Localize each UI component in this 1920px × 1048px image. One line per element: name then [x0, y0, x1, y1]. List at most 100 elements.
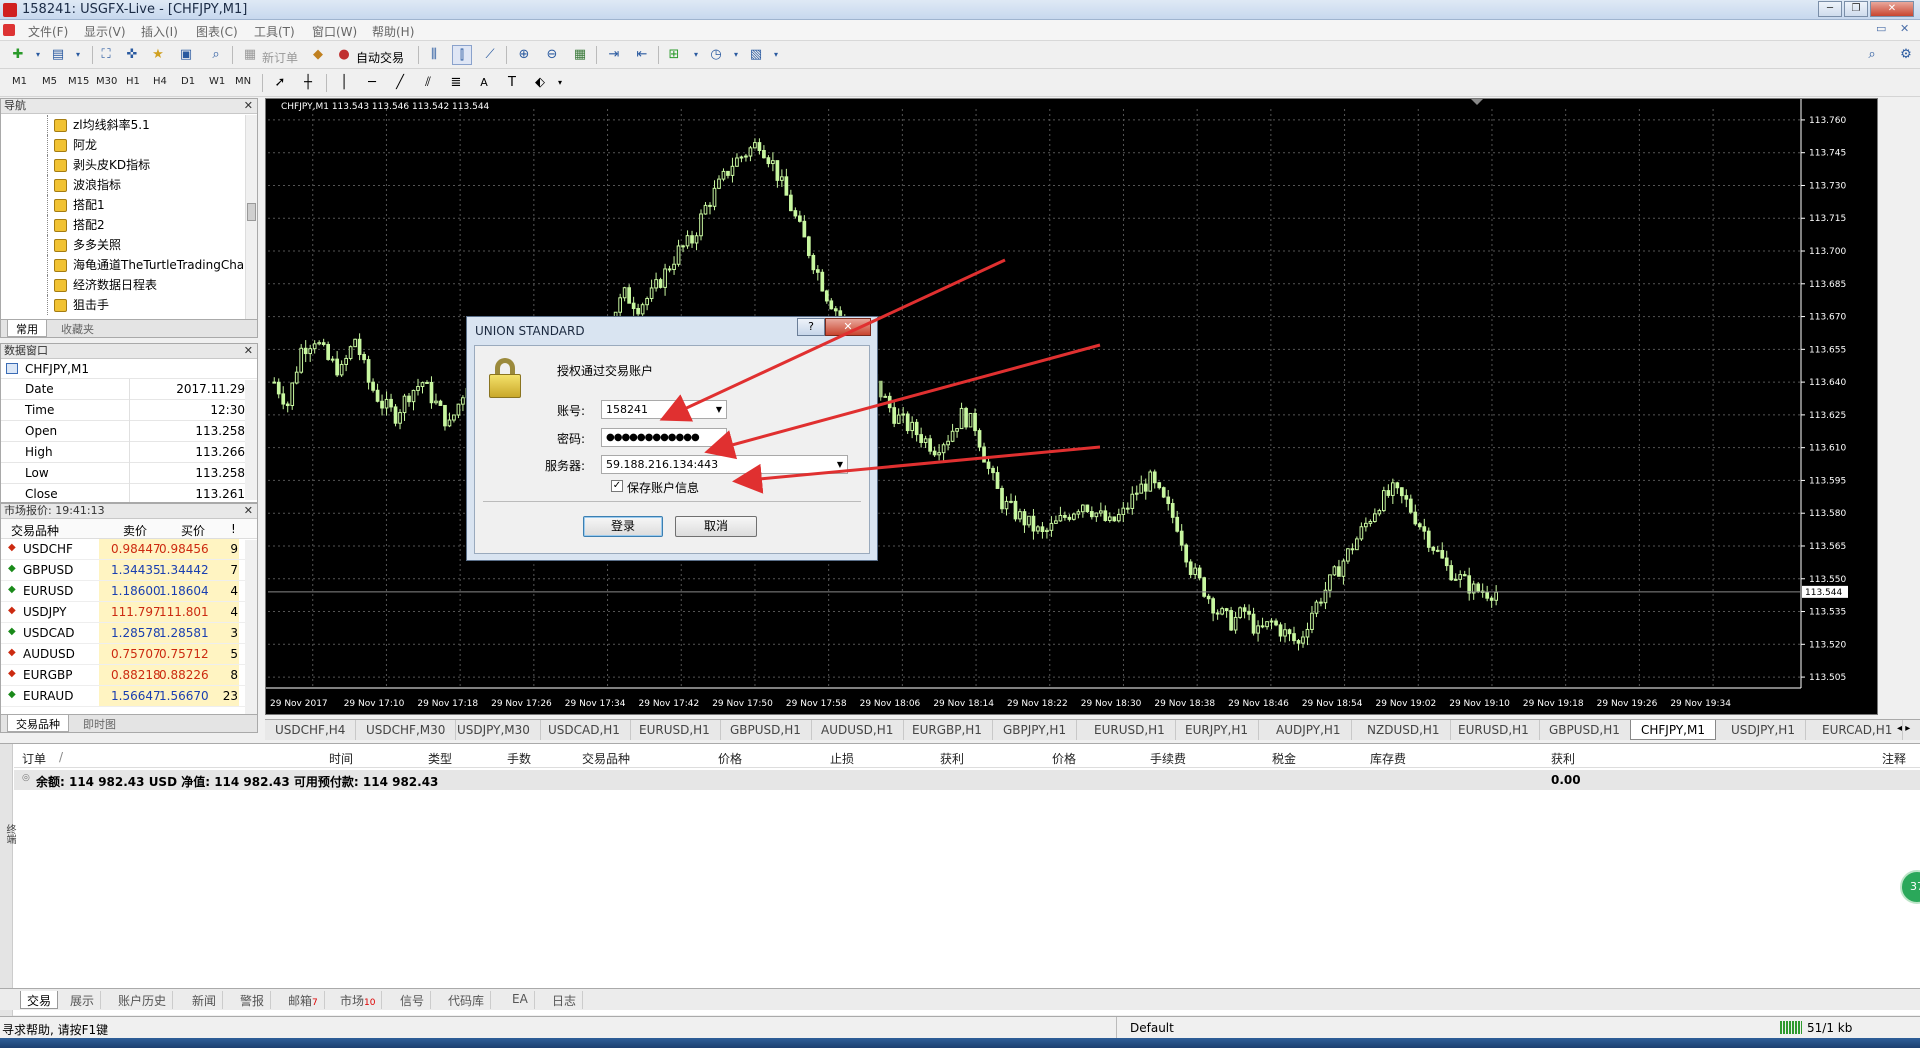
menu-view[interactable]: 显示(V) [84, 23, 126, 40]
col-time[interactable]: 时间 [329, 750, 353, 767]
nav-item[interactable]: 多多关照 [1, 235, 245, 255]
new-order-icon[interactable]: ▦ [240, 45, 260, 65]
col-ask[interactable]: 买价 [181, 522, 205, 539]
terminal-tab[interactable]: 交易 [20, 991, 59, 1009]
tester-icon[interactable]: ⌕ [206, 45, 226, 65]
chart-tab[interactable]: USDCHF,H4 [265, 720, 357, 740]
tf-mn[interactable]: MN [235, 76, 251, 87]
cursor-icon[interactable]: ➚ [270, 73, 290, 93]
dropdown-arrow-icon[interactable]: ▾ [766, 45, 786, 65]
search-icon[interactable]: ⌕ [1862, 45, 1882, 65]
menu-help[interactable]: 帮助(H) [372, 23, 414, 40]
vertical-line-icon[interactable]: │ [334, 73, 354, 93]
nav-item[interactable]: 搭配1 [1, 195, 245, 215]
candlestick-icon[interactable]: ⫿ [452, 45, 472, 65]
nav-item[interactable]: 剥头皮KD指标 [1, 155, 245, 175]
col-symbol[interactable]: 交易品种 [11, 522, 59, 539]
terminal-tab[interactable]: 展示 [64, 991, 102, 1009]
nav-item[interactable]: 波浪指标 [1, 175, 245, 195]
menu-tools[interactable]: 工具(T) [254, 23, 295, 40]
terminal-tab[interactable]: 代码库 [442, 991, 492, 1009]
terminal-tab[interactable]: 警报 [234, 991, 272, 1009]
help-button[interactable]: ? [797, 318, 825, 336]
chart-shift-marker[interactable] [1471, 99, 1483, 105]
chart-tab[interactable]: GBPJPY,H1 [993, 720, 1078, 740]
chart-shift-icon[interactable]: ⇤ [632, 45, 652, 65]
notification-bubble[interactable]: 37 [1900, 870, 1920, 904]
text-label-icon[interactable]: T [502, 73, 522, 93]
indicators-icon[interactable]: ⊞ [664, 45, 684, 65]
tf-h4[interactable]: H4 [153, 76, 167, 87]
col-type[interactable]: 类型 [428, 750, 452, 767]
menu-charts[interactable]: 图表(C) [196, 23, 238, 40]
chart-tab[interactable]: NZDUSD,H1 [1357, 720, 1451, 740]
chart-tab[interactable]: AUDJPY,H1 [1266, 720, 1352, 740]
col-sl[interactable]: 止损 [830, 750, 854, 767]
periods-icon[interactable]: ◷ [706, 45, 726, 65]
tf-m1[interactable]: M1 [12, 76, 27, 87]
auto-trading-icon[interactable]: ● [334, 45, 354, 65]
data-window-scrollbar[interactable] [245, 380, 257, 500]
tf-h1[interactable]: H1 [126, 76, 140, 87]
tab-symbols[interactable]: 交易品种 [7, 715, 69, 732]
app-menu-icon[interactable] [3, 24, 15, 36]
balance-row[interactable]: ◎ 余额: 114 982.43 USD 净值: 114 982.43 可用预付… [14, 770, 1920, 790]
navigator-icon[interactable]: ★ [148, 45, 168, 65]
chart-tab[interactable]: GBPUSD,H1 [720, 720, 812, 740]
crosshair-icon[interactable]: ┼ [298, 73, 318, 93]
col-comment[interactable]: 注释 [1882, 750, 1906, 767]
market-watch-row[interactable]: ◆ USDCHF 0.98447 0.98456 9 [1, 539, 257, 560]
market-watch-row[interactable]: ◆ EURAUD 1.56647 1.56670 23 [1, 686, 257, 707]
chart-tab[interactable]: AUDUSD,H1 [811, 720, 905, 740]
nav-item[interactable]: 搭配2 [1, 215, 245, 235]
terminal-icon[interactable]: ▣ [176, 45, 196, 65]
close-button[interactable]: ✕ [1870, 1, 1914, 17]
fibonacci-icon[interactable]: ≣ [446, 73, 466, 93]
terminal-tab[interactable]: 日志 [546, 991, 584, 1009]
terminal-tab[interactable]: EA [506, 991, 535, 1009]
nav-item[interactable]: 海龟通道TheTurtleTradingCha [1, 255, 245, 275]
market-watch-icon[interactable]: ⛶ [96, 45, 116, 65]
autoscroll-icon[interactable]: ⇥ [604, 45, 624, 65]
arrows-icon[interactable]: ⬖ [530, 73, 550, 93]
terminal-tab[interactable]: 信号 [394, 991, 432, 1009]
chart-tab[interactable]: GBPUSD,H1 [1539, 720, 1631, 740]
settings-icon[interactable]: ⚙ [1896, 45, 1916, 65]
market-watch-row[interactable]: ◆ USDCAD 1.28578 1.28581 3 [1, 623, 257, 644]
market-watch-row[interactable]: ◆ EURGBP 0.88218 0.88226 8 [1, 665, 257, 686]
templates-icon[interactable]: ▧ [746, 45, 766, 65]
tf-d1[interactable]: D1 [181, 76, 195, 87]
market-watch-scrollbar[interactable] [245, 540, 257, 716]
terminal-tab[interactable]: 账户历史 [112, 991, 174, 1009]
dropdown-arrow-icon[interactable]: ▾ [68, 45, 88, 65]
equidistant-channel-icon[interactable]: ⫽ [418, 73, 438, 93]
server-select[interactable]: 59.188.216.134:443 ▼ [601, 455, 848, 474]
scroll-thumb[interactable] [247, 203, 256, 221]
minimize-button[interactable]: ─ [1818, 1, 1842, 17]
market-watch-row[interactable]: ◆ GBPUSD 1.34435 1.34442 7 [1, 560, 257, 581]
tf-w1[interactable]: W1 [209, 76, 225, 87]
chart-tab[interactable]: EURUSD,H1 [1084, 720, 1176, 740]
col-price[interactable]: 价格 [718, 750, 742, 767]
col-tp[interactable]: 获利 [940, 750, 964, 767]
password-input[interactable]: ●●●●●●●●●●●● [601, 428, 727, 447]
auto-trading-button[interactable]: 自动交易 [356, 49, 404, 66]
cancel-button[interactable]: 取消 [675, 516, 757, 537]
chart-tab[interactable]: USDJPY,M30 [447, 720, 541, 740]
col-price2[interactable]: 价格 [1052, 750, 1076, 767]
close-icon[interactable]: ✕ [244, 344, 253, 357]
dropdown-arrow-icon[interactable]: ▾ [550, 73, 570, 93]
bar-chart-icon[interactable]: ⫼ [424, 45, 444, 65]
chart-tab[interactable]: EURCAD,H1 [1812, 720, 1904, 740]
tf-m30[interactable]: M30 [96, 76, 117, 87]
dropdown-arrow-icon[interactable]: ▾ [726, 45, 746, 65]
chart-tab[interactable]: USDJPY,H1 [1721, 720, 1806, 740]
data-window-icon[interactable]: ✜ [122, 45, 142, 65]
col-lots[interactable]: 手数 [507, 750, 531, 767]
restore-child-button[interactable]: ▭ [1876, 22, 1886, 35]
nav-item[interactable]: 经济数据日程表 [1, 275, 245, 295]
tab-scroll-arrows[interactable]: ◂ ▸ [1897, 723, 1910, 734]
close-icon[interactable]: ✕ [244, 504, 253, 517]
col-commission[interactable]: 手续费 [1150, 750, 1186, 767]
zoom-in-icon[interactable]: ⊕ [514, 45, 534, 65]
